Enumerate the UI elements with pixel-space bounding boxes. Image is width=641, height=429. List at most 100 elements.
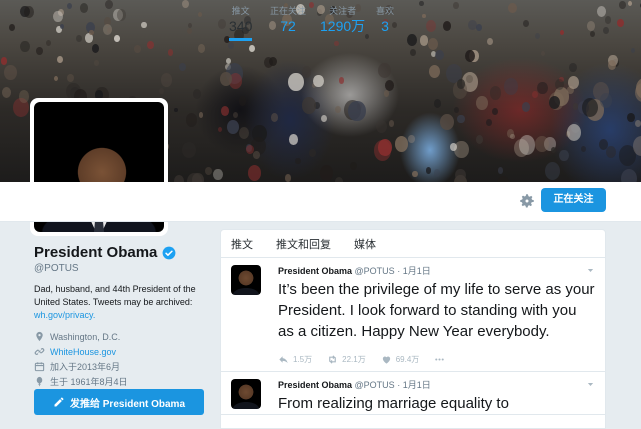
crowd-texture <box>395 136 409 152</box>
stat-following[interactable]: 正在关注 72 <box>270 6 306 36</box>
stat-followers[interactable]: 关注者 1290万 <box>320 6 365 36</box>
crowd-texture <box>288 72 304 92</box>
tweet[interactable]: President Obama @POTUS · 1月1日 From reali… <box>221 372 605 415</box>
crowd-texture <box>301 66 312 79</box>
gear-icon[interactable] <box>518 192 536 210</box>
crowd-texture <box>141 21 147 29</box>
retweet-count: 22.1万 <box>342 354 366 364</box>
tweet-author[interactable]: President Obama <box>278 266 352 276</box>
tweet-actions: 1.5万 22.1万 69.4万 <box>278 347 595 371</box>
crowd-texture <box>105 0 114 10</box>
more-action[interactable] <box>434 354 445 365</box>
crowd-texture <box>217 19 227 29</box>
tweet-avatar[interactable] <box>231 265 261 295</box>
crowd-texture <box>630 48 635 54</box>
tweet[interactable]: President Obama @POTUS · 1月1日 It’s been … <box>221 258 605 372</box>
tab-tweets-replies[interactable]: 推文和回复 <box>276 236 331 252</box>
like-action[interactable]: 69.4万 <box>381 354 419 365</box>
tab-tweets[interactable]: 推文 <box>231 236 253 252</box>
birthday-text: 生于 1961年8月4日 <box>50 377 128 387</box>
crowd-texture <box>449 142 457 151</box>
crowd-texture <box>537 82 548 95</box>
verified-badge-icon <box>162 246 176 259</box>
crowd-texture <box>94 59 99 66</box>
crowd-texture <box>238 96 247 106</box>
crowd-texture <box>518 134 536 155</box>
crowd-texture <box>239 126 250 139</box>
profile-card: President Obama @POTUS Dad, husband, and… <box>34 244 214 389</box>
crowd-texture <box>185 112 198 127</box>
crowd-texture <box>213 169 223 181</box>
tweet-date[interactable]: · 1月1日 <box>397 266 431 276</box>
tweet-to-button[interactable]: 发推给 President Obama <box>34 389 204 415</box>
crowd-texture <box>412 170 418 178</box>
crowd-texture <box>532 91 538 99</box>
reply-count: 1.5万 <box>293 354 313 364</box>
crowd-texture <box>440 114 454 131</box>
crowd-texture <box>198 44 206 53</box>
website-link[interactable]: WhiteHouse.gov <box>50 347 116 357</box>
balloon-icon <box>36 376 43 387</box>
crowd-texture <box>560 30 565 36</box>
crowd-texture <box>433 98 441 108</box>
crowd-texture <box>319 164 334 182</box>
crowd-texture <box>534 33 540 40</box>
crowd-texture <box>218 126 223 132</box>
crowd-texture <box>232 111 238 119</box>
crowd-texture <box>220 105 230 117</box>
crowd-texture <box>545 161 561 181</box>
stat-likes[interactable]: 喜欢 3 <box>376 6 394 36</box>
retweet-icon <box>329 354 336 364</box>
crowd-texture <box>409 48 416 57</box>
tweet-text: From realizing marriage equality to <box>278 395 509 412</box>
crowd-texture <box>457 79 465 89</box>
crowd-texture <box>227 41 234 49</box>
crowd-texture <box>60 24 65 30</box>
crowd-texture <box>308 148 316 157</box>
crowd-texture <box>158 87 164 94</box>
crowd-texture <box>284 173 292 182</box>
tweet-menu-icon[interactable] <box>586 266 595 275</box>
crowd-texture <box>606 146 617 158</box>
crowd-texture <box>586 21 596 32</box>
timeline-tabs: 推文 推文和回复 媒体 <box>221 230 605 258</box>
bio-link[interactable]: wh.gov/privacy. <box>34 309 206 322</box>
crowd-texture <box>503 78 518 95</box>
crowd-texture <box>634 119 641 128</box>
profile-website[interactable]: WhiteHouse.gov <box>34 344 214 359</box>
tweet-avatar[interactable] <box>231 379 261 409</box>
crowd-texture <box>627 113 635 123</box>
crowd-texture <box>597 6 607 17</box>
heart-icon <box>382 356 390 364</box>
crowd-texture <box>425 19 436 32</box>
crowd-texture <box>383 90 390 97</box>
crowd-texture <box>1 57 8 65</box>
crowd-texture <box>607 59 617 70</box>
crowd-texture <box>289 134 299 145</box>
crowd-texture <box>559 149 569 162</box>
crowd-texture <box>302 97 316 114</box>
tweet-menu-icon[interactable] <box>586 380 595 389</box>
crowd-texture <box>204 166 212 175</box>
stat-tweets[interactable]: 推文 340 <box>229 6 253 41</box>
reply-action[interactable]: 1.5万 <box>278 354 312 365</box>
profile-name[interactable]: President Obama <box>34 244 157 261</box>
crowd-texture <box>476 95 488 110</box>
crowd-texture <box>309 1 315 8</box>
crowd-texture <box>419 1 424 7</box>
crowd-texture <box>422 13 427 19</box>
crowd-texture <box>198 112 204 118</box>
crowd-texture <box>476 135 484 144</box>
tweet-date[interactable]: · 1月1日 <box>397 380 431 390</box>
crowd-texture <box>487 38 494 46</box>
crowd-texture <box>270 113 279 123</box>
crowd-texture <box>510 133 515 140</box>
crowd-texture <box>486 118 493 126</box>
tweet-author[interactable]: President Obama <box>278 380 352 390</box>
crowd-texture <box>429 64 441 79</box>
tweet-to-label: 发推给 President Obama <box>69 398 186 410</box>
following-button[interactable]: 正在关注 <box>541 188 606 212</box>
retweet-action[interactable]: 22.1万 <box>327 354 366 365</box>
tab-media[interactable]: 媒体 <box>354 236 376 252</box>
crowd-texture <box>453 107 459 114</box>
